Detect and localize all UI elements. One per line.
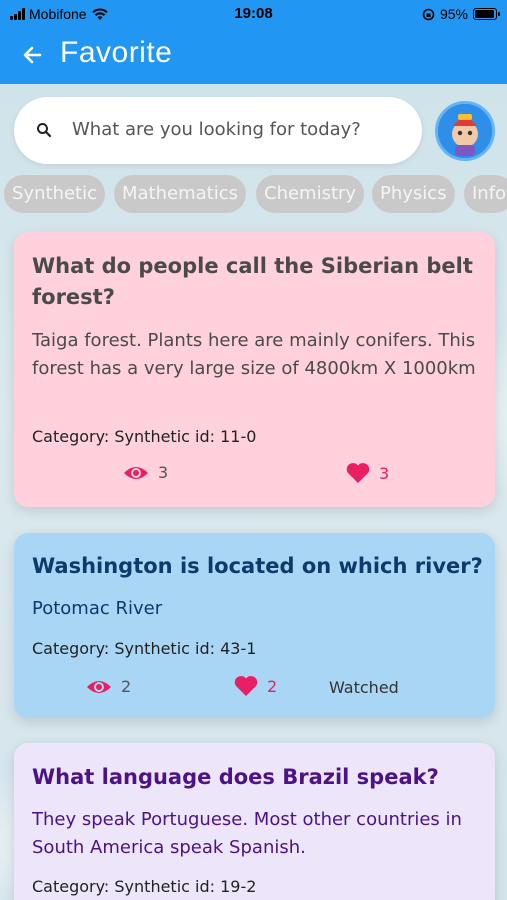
- view-count-value: 2: [121, 677, 132, 696]
- question-text: What do people call the Siberian belt fo…: [32, 254, 473, 309]
- watched-label: Watched: [329, 678, 399, 697]
- battery-icon: [473, 8, 500, 20]
- like-count[interactable]: 3: [345, 462, 389, 484]
- status-bar: Mobifone 19:08 95%: [0, 0, 507, 28]
- like-count-value: 2: [267, 676, 278, 696]
- category-label: Category: Synthetic id: 19-2: [32, 877, 257, 896]
- avatar-image: [438, 104, 492, 158]
- answer-text: Potomac River: [32, 598, 163, 619]
- chip-chemistry[interactable]: Chemistry: [256, 175, 365, 213]
- category-label: Category: Synthetic id: 11-0: [32, 427, 257, 446]
- chip-info[interactable]: Info: [464, 175, 507, 213]
- chip-mathematics[interactable]: Mathematics: [114, 175, 246, 213]
- question-card[interactable]: What do people call the Siberian belt fo…: [14, 232, 495, 507]
- page-title: Favorite: [60, 36, 173, 69]
- question-text: What language does Brazil speak?: [32, 765, 439, 789]
- like-count-value: 3: [379, 463, 390, 483]
- search-icon: [37, 123, 52, 138]
- eye-icon: [87, 680, 111, 693]
- avatar[interactable]: [435, 101, 495, 161]
- answer-text: They speak Portuguese. Most other countr…: [32, 809, 462, 858]
- search-placeholder: What are you looking for today?: [72, 119, 361, 140]
- chip-physics[interactable]: Physics: [372, 175, 455, 213]
- question-card[interactable]: What language does Brazil speak? They sp…: [14, 743, 495, 900]
- view-count: 3: [122, 463, 168, 482]
- heart-icon: [234, 676, 258, 696]
- app-bar: Favorite: [0, 28, 507, 84]
- category-label: Category: Synthetic id: 43-1: [32, 639, 257, 658]
- battery-percent: 95%: [439, 6, 468, 22]
- like-count[interactable]: 2: [233, 675, 277, 697]
- chip-synthetic[interactable]: Synthetic: [4, 175, 105, 213]
- question-text: Washington is located on which river?: [32, 554, 483, 578]
- view-count-value: 3: [158, 463, 169, 482]
- question-card[interactable]: Washington is located on which river? Po…: [14, 533, 495, 718]
- lock-rotation-icon: [422, 8, 435, 20]
- eye-icon: [124, 466, 148, 479]
- answer-text: Taiga forest. Plants here are mainly con…: [32, 330, 476, 379]
- arrow-left-icon[interactable]: [18, 40, 48, 70]
- search-input[interactable]: What are you looking for today?: [14, 97, 422, 164]
- category-chips: Synthetic Mathematics Chemistry Physics …: [0, 175, 507, 215]
- view-count: 2: [85, 677, 131, 696]
- heart-icon: [346, 463, 370, 483]
